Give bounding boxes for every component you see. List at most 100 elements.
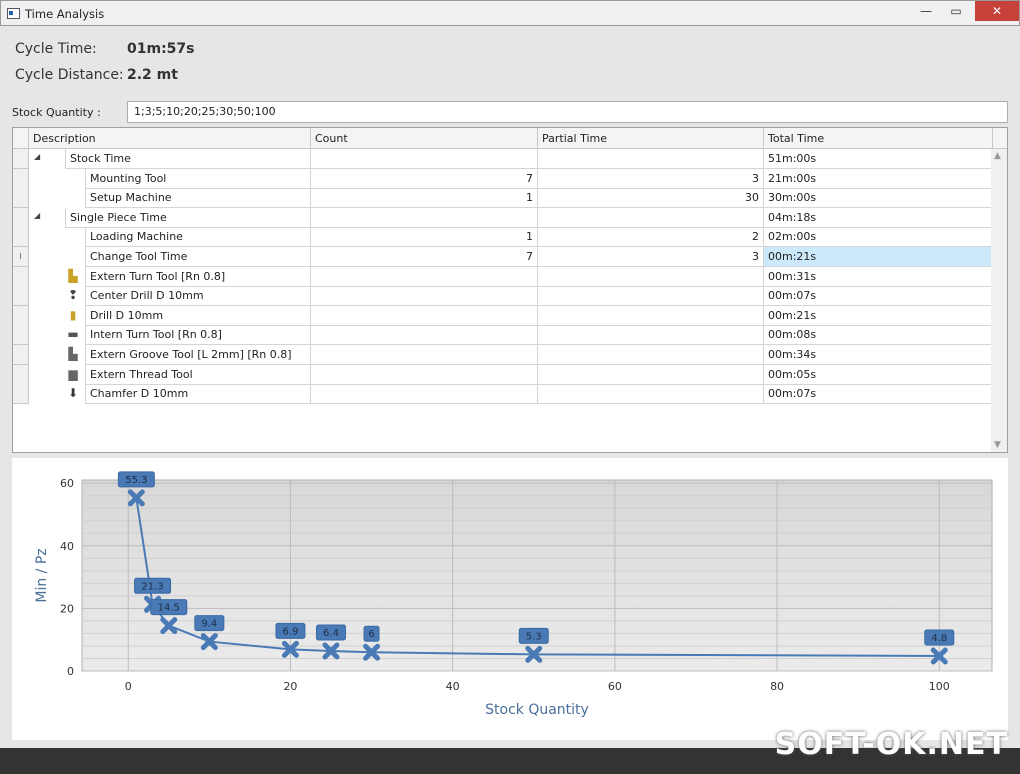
data-label: 14.5 — [158, 603, 180, 614]
table-row[interactable]: Loading Machine 1 2 02m:00s — [13, 227, 993, 248]
table-row[interactable]: ◢ Single Piece Time 04m:18s — [13, 207, 993, 228]
cell-description: Drill D 10mm — [85, 305, 311, 326]
close-button[interactable]: ✕ — [975, 1, 1019, 21]
cell-partial-time — [538, 325, 764, 346]
column-header-count[interactable]: Count — [311, 128, 538, 149]
cell-count — [311, 266, 538, 287]
title-bar: Time Analysis — ▭ ✕ — [0, 0, 1020, 26]
cell-count — [311, 207, 538, 228]
cell-count — [311, 305, 538, 326]
header-filler — [993, 128, 1007, 149]
cycle-time-value: 01m:57s — [127, 41, 195, 57]
cell-total-time: 00m:07s — [764, 384, 993, 405]
cell-total-time: 51m:00s — [764, 149, 993, 169]
cell-partial-time — [538, 364, 764, 385]
cell-total-time: 30m:00s — [764, 188, 993, 209]
table-row[interactable]: ❢ Center Drill D 10mm 00m:07s — [13, 286, 993, 307]
cell-partial-time — [538, 384, 764, 405]
y-tick-label: 0 — [67, 665, 74, 678]
row-header[interactable] — [13, 188, 29, 209]
table-row[interactable]: ◢ Stock Time 51m:00s — [13, 149, 993, 169]
cell-description: Setup Machine — [85, 188, 311, 209]
row-header[interactable] — [13, 384, 29, 405]
x-tick-label: 20 — [283, 680, 297, 693]
maximize-button[interactable]: ▭ — [941, 1, 971, 21]
row-header[interactable] — [13, 364, 29, 385]
extern-turn-tool-icon: ▙ — [68, 268, 78, 283]
row-header[interactable] — [13, 325, 29, 346]
cell-count — [311, 325, 538, 346]
row-header[interactable] — [13, 207, 29, 228]
row-header[interactable] — [13, 286, 29, 307]
row-header[interactable] — [13, 168, 29, 189]
row-header[interactable] — [13, 345, 29, 365]
x-tick-label: 60 — [608, 680, 622, 693]
cell-description: Center Drill D 10mm — [85, 286, 311, 307]
stock-quantity-label: Stock Quantity : — [12, 106, 101, 119]
cell-description: Change Tool Time — [85, 247, 311, 267]
table-row[interactable]: Mounting Tool 7 3 21m:00s — [13, 168, 993, 189]
cycle-distance-label: Cycle Distance: — [15, 67, 124, 83]
row-header[interactable] — [13, 149, 29, 169]
row-header[interactable]: I — [13, 247, 29, 267]
data-label: 21.3 — [141, 581, 163, 592]
chart-panel: 0 20 40 60 80 100 0 20 40 60 Stock Quantity Min / P… — [12, 458, 1008, 740]
cell-description: Stock Time — [65, 149, 311, 169]
table-row[interactable]: ▆ Extern Thread Tool 00m:05s — [13, 364, 993, 385]
data-label: 6.4 — [323, 628, 339, 639]
data-label: 9.4 — [201, 619, 217, 630]
row-header[interactable] — [13, 305, 29, 326]
cell-count — [311, 286, 538, 307]
cell-total-time: 00m:07s — [764, 286, 993, 307]
stock-quantity-input[interactable]: 1;3;5;10;20;25;30;50;100 — [127, 101, 1008, 123]
table-row[interactable]: Setup Machine 1 30 30m:00s — [13, 188, 993, 209]
cell-partial-time — [538, 345, 764, 365]
vertical-scrollbar[interactable]: ▲ ▼ — [991, 149, 1007, 452]
table-row[interactable]: ▙ Extern Groove Tool [L 2mm] [Rn 0.8] 00m:… — [13, 345, 993, 365]
time-table: Description Count Partial Time Total Tim… — [12, 127, 1008, 453]
table-row[interactable]: ▮ Drill D 10mm 00m:21s — [13, 305, 993, 326]
x-tick-label: 40 — [446, 680, 460, 693]
minimize-button[interactable]: — — [911, 1, 941, 21]
table-row[interactable]: I Change Tool Time 7 3 00m:21s — [13, 247, 993, 267]
y-tick-label: 40 — [60, 540, 74, 553]
cell-partial-time: 3 — [538, 168, 764, 189]
watermark: SOFT-OK.NET — [774, 727, 1008, 762]
cell-count — [311, 364, 538, 385]
x-axis-title: Stock Quantity — [485, 702, 589, 718]
cell-count: 7 — [311, 168, 538, 189]
cell-count: 7 — [311, 247, 538, 267]
table-row[interactable]: ▬ Intern Turn Tool [Rn 0.8] 00m:08s — [13, 325, 993, 346]
cell-description: Mounting Tool — [85, 168, 311, 189]
cell-partial-time — [538, 149, 764, 169]
cell-description: Single Piece Time — [65, 207, 311, 228]
chamfer-icon: ⬇ — [67, 386, 79, 401]
cell-description: Chamfer D 10mm — [85, 384, 311, 405]
y-tick-label: 20 — [60, 602, 74, 615]
cell-description: Extern Thread Tool — [85, 364, 311, 385]
scroll-down-icon[interactable]: ▼ — [994, 440, 1001, 450]
data-label: 6.9 — [282, 626, 298, 637]
cell-description: Extern Groove Tool [L 2mm] [Rn 0.8] — [85, 345, 311, 365]
app-icon — [7, 8, 20, 19]
cell-total-time: 00m:21s — [764, 247, 993, 267]
cycle-time: Cycle Time: 01m:57s — [15, 41, 194, 57]
table-row[interactable]: ⬇ Chamfer D 10mm 00m:07s — [13, 384, 993, 405]
cell-partial-time: 3 — [538, 247, 764, 267]
cell-count — [311, 345, 538, 365]
table-row[interactable]: ▙ Extern Turn Tool [Rn 0.8] 00m:31s — [13, 266, 993, 287]
extern-thread-tool-icon: ▆ — [68, 366, 78, 381]
cell-total-time: 02m:00s — [764, 227, 993, 248]
scroll-up-icon[interactable]: ▲ — [994, 151, 1001, 161]
column-header-description[interactable]: Description — [29, 128, 311, 149]
column-header-partial-time[interactable]: Partial Time — [538, 128, 764, 149]
row-header[interactable] — [13, 266, 29, 287]
row-header[interactable] — [13, 227, 29, 248]
y-tick-label: 60 — [60, 477, 74, 490]
data-label: 6 — [368, 629, 374, 640]
cycle-distance-value: 2.2 mt — [127, 67, 178, 83]
expander-icon[interactable]: ◢ — [34, 211, 40, 220]
y-axis-title: Min / Pz — [34, 548, 50, 602]
expander-icon[interactable]: ◢ — [34, 152, 40, 161]
column-header-total-time[interactable]: Total Time — [764, 128, 993, 149]
